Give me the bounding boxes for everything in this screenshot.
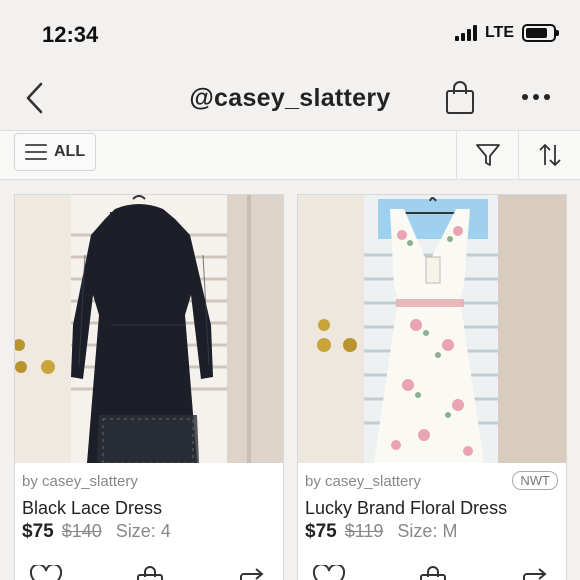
listing-card[interactable]: by casey_slattery NWT Lucky Brand Floral… (297, 194, 567, 580)
dress-photo-black-lace (15, 195, 283, 463)
signal-icon (454, 25, 477, 41)
card-actions (298, 563, 566, 580)
nwt-badge: NWT (512, 471, 558, 490)
all-label: ALL (54, 143, 86, 160)
seller-name[interactable]: by casey_slattery (22, 473, 138, 490)
listing-photo[interactable] (15, 195, 283, 463)
sort-button[interactable] (518, 131, 580, 179)
network-label: LTE (484, 24, 514, 41)
price: $75 (22, 521, 54, 542)
original-price: $140 (61, 521, 102, 541)
heart-icon[interactable] (312, 565, 346, 580)
share-icon[interactable] (520, 565, 550, 580)
heart-icon[interactable] (29, 565, 63, 580)
card-actions (15, 563, 283, 580)
listing-photo[interactable] (298, 195, 566, 463)
filter-funnel-icon (475, 144, 500, 166)
original-price: $119 (344, 521, 384, 541)
listing-card[interactable]: by casey_slattery Black Lace Dress $75 $… (14, 194, 284, 580)
menu-icon (25, 144, 47, 160)
price-row: $75 $119 Size: M (305, 521, 457, 543)
offer-tag-icon[interactable] (135, 565, 165, 580)
price-row: $75 $140 Size: 4 (22, 521, 171, 543)
shopping-bag-icon (446, 81, 474, 114)
battery-icon (522, 24, 559, 42)
page-title: @casey_slattery (189, 84, 391, 112)
offer-tag-icon[interactable] (418, 565, 448, 580)
filter-bar: ALL (0, 130, 580, 180)
sort-arrows-icon (538, 144, 561, 166)
seller-name[interactable]: by casey_slattery (305, 473, 421, 490)
item-title[interactable]: Black Lace Dress (22, 498, 162, 519)
price: $75 (305, 521, 337, 542)
dress-photo-floral (298, 195, 566, 463)
all-categories-button[interactable]: ALL (14, 133, 96, 171)
filter-button[interactable] (456, 131, 518, 179)
shopping-bag-button[interactable] (444, 80, 476, 116)
more-options-button[interactable] (518, 82, 554, 112)
item-size: Size: 4 (115, 521, 171, 541)
nav-bar: @casey_slattery (0, 66, 580, 130)
share-icon[interactable] (237, 565, 267, 580)
item-size: Size: M (397, 521, 458, 541)
item-title[interactable]: Lucky Brand Floral Dress (305, 498, 507, 519)
status-indicators: LTE (454, 24, 559, 42)
status-time: 12:34 (42, 22, 99, 47)
more-dots-icon (522, 94, 528, 100)
status-bar: 12:34 LTE (0, 0, 580, 66)
